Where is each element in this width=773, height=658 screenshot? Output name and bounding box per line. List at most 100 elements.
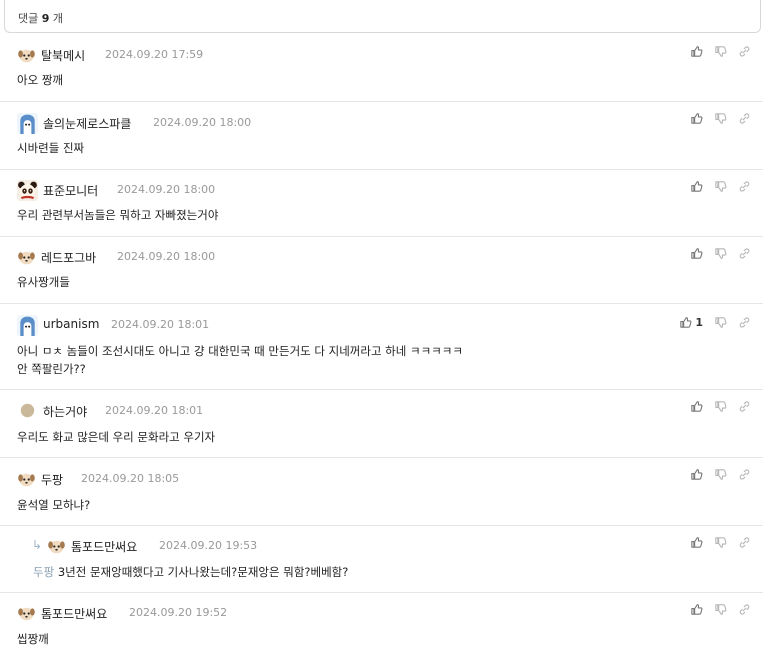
blue-avatar[interactable]	[17, 113, 38, 134]
like-button[interactable]	[690, 45, 703, 58]
share-button[interactable]	[738, 247, 751, 260]
comment-actions: 1	[679, 315, 751, 329]
share-button[interactable]	[738, 536, 751, 549]
comment-item: 톰포드만써요 2024.09.20 19:52 씹짱깨	[0, 593, 763, 658]
thumbs-down-icon	[714, 112, 727, 125]
thumbs-down-icon	[714, 45, 727, 58]
comment-author[interactable]: 두팡	[41, 471, 63, 488]
link-icon	[738, 536, 751, 549]
comment-actions	[690, 111, 751, 125]
dislike-button[interactable]	[714, 603, 727, 616]
reply-text: 3년전 문재앙때했다고 기사나왔는데?문재앙은 뭐함?베베함?	[57, 565, 349, 579]
dislike-button[interactable]	[714, 400, 727, 413]
comment-text: 두팡 3년전 문재앙때했다고 기사나왔는데?문재앙은 뭐함?베베함?	[33, 563, 348, 581]
blue-avatar[interactable]	[17, 315, 38, 336]
dog-avatar[interactable]	[17, 604, 36, 623]
comment-item: 레드포그바 2024.09.20 18:00 유사짱개들	[0, 237, 763, 304]
reply-item: ↳ 톰포드만써요 2024.09.20 19:53 두팡 3년전 문재앙때했다고…	[0, 526, 763, 593]
like-button[interactable]	[690, 603, 703, 616]
like-count: 1	[695, 315, 703, 329]
comment-author[interactable]: 솔의눈제로스파클	[43, 115, 131, 132]
panda-avatar[interactable]	[17, 180, 38, 201]
like-button[interactable]	[690, 247, 703, 260]
dislike-button[interactable]	[714, 45, 727, 58]
comment-item: 표준모니터 2024.09.20 18:00 우리 관련부서놈들은 뭐하고 자빠…	[0, 170, 763, 237]
like-button[interactable]	[690, 180, 703, 193]
thumbs-down-icon	[714, 536, 727, 549]
link-icon	[738, 247, 751, 260]
dislike-button[interactable]	[714, 247, 727, 260]
thumbs-up-icon	[690, 180, 703, 193]
thumbs-up-icon	[679, 316, 692, 329]
comment-count-label: 댓글 9 개	[18, 10, 63, 26]
comment-actions	[690, 467, 751, 481]
comment-date: 2024.09.20 18:05	[81, 472, 180, 485]
comment-author[interactable]: 톰포드만써요	[71, 538, 137, 555]
thumbs-up-icon	[690, 247, 703, 260]
comment-text: 시바련들 진짜	[17, 141, 85, 155]
share-button[interactable]	[738, 400, 751, 413]
comment-item: 탈북메시 2024.09.20 17:59 아오 짱깨	[0, 35, 763, 102]
comment-date: 2024.09.20 18:00	[153, 116, 252, 129]
link-icon	[738, 316, 751, 329]
dislike-button[interactable]	[714, 468, 727, 481]
like-button[interactable]	[690, 536, 703, 549]
comment-author[interactable]: urbanism	[43, 317, 99, 331]
comment-text-line-2: 안 쪽팔린가??	[17, 362, 86, 376]
share-button[interactable]	[738, 45, 751, 58]
comment-author[interactable]: 톰포드만써요	[41, 605, 107, 622]
comment-count-suffix: 개	[52, 12, 64, 25]
comment-text: 씹짱깨	[17, 632, 49, 646]
comment-date: 2024.09.20 18:01	[111, 318, 210, 331]
share-button[interactable]	[738, 180, 751, 193]
comment-author[interactable]: 레드포그바	[41, 249, 96, 266]
comment-date: 2024.09.20 18:01	[105, 404, 204, 417]
like-button[interactable]	[690, 468, 703, 481]
comment-actions	[690, 602, 751, 616]
thumbs-up-icon	[690, 112, 703, 125]
dog-avatar[interactable]	[17, 248, 36, 267]
reply-arrow-icon: ↳	[32, 538, 43, 552]
share-button[interactable]	[738, 468, 751, 481]
link-icon	[738, 603, 751, 616]
thumbs-up-icon	[690, 603, 703, 616]
comment-author[interactable]: 표준모니터	[43, 182, 98, 199]
comment-count-number: 9	[41, 12, 50, 25]
dislike-button[interactable]	[714, 536, 727, 549]
thumbs-up-icon	[690, 45, 703, 58]
link-icon	[738, 112, 751, 125]
thumbs-down-icon	[714, 180, 727, 193]
comment-date: 2024.09.20 19:52	[129, 606, 228, 619]
thumbs-down-icon	[714, 603, 727, 616]
comment-actions	[690, 179, 751, 193]
circle-avatar[interactable]	[19, 402, 36, 419]
comment-author[interactable]: 하는거야	[43, 403, 87, 420]
link-icon	[738, 400, 751, 413]
share-button[interactable]	[738, 603, 751, 616]
comment-item: 하는거야 2024.09.20 18:01 우리도 화교 많은데 우리 문화라고…	[0, 390, 763, 458]
dog-avatar[interactable]	[47, 537, 66, 556]
dislike-button[interactable]	[714, 112, 727, 125]
reply-mention[interactable]: 두팡	[33, 565, 54, 579]
comment-item: 두팡 2024.09.20 18:05 윤석열 모하냐?	[0, 458, 763, 526]
thumbs-down-icon	[714, 247, 727, 260]
like-button[interactable]	[690, 400, 703, 413]
thumbs-down-icon	[714, 468, 727, 481]
dislike-button[interactable]	[714, 180, 727, 193]
comment-actions	[690, 535, 751, 549]
comment-date: 2024.09.20 19:53	[159, 539, 258, 552]
like-button[interactable]	[690, 112, 703, 125]
comment-text: 윤석열 모하냐?	[17, 498, 91, 512]
comment-count-prefix: 댓글	[18, 12, 39, 25]
like-button[interactable]: 1	[679, 316, 703, 329]
comment-text: 우리도 화교 많은데 우리 문화라고 우기자	[17, 430, 216, 444]
share-button[interactable]	[738, 316, 751, 329]
comment-actions	[690, 246, 751, 260]
comment-author[interactable]: 탈북메시	[41, 47, 85, 64]
share-button[interactable]	[738, 112, 751, 125]
dog-avatar[interactable]	[17, 46, 36, 65]
dislike-button[interactable]	[714, 316, 727, 329]
comment-date: 2024.09.20 17:59	[105, 48, 204, 61]
dog-avatar[interactable]	[17, 470, 36, 489]
thumbs-up-icon	[690, 536, 703, 549]
